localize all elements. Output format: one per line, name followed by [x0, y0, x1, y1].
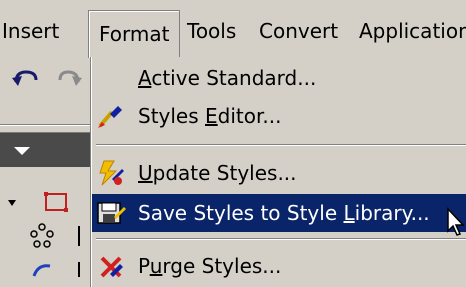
menu-item-save-styles[interactable]: Save Styles to Style Library...: [92, 194, 466, 232]
menu-separator: [96, 238, 466, 240]
menu-item-label: Styles Editor...: [138, 104, 282, 128]
rectangle-tool-icon[interactable]: [6, 190, 86, 216]
menu-item-label: Active Standard...: [138, 66, 317, 90]
toolbar-dropdown[interactable]: [0, 132, 92, 167]
chevron-down-icon: [14, 147, 30, 155]
purge-styles-icon: [100, 256, 123, 278]
left-toolbar: [0, 58, 92, 277]
menu-item-styles-editor[interactable]: Styles Editor...: [92, 97, 466, 135]
toolbar-separator: [0, 124, 92, 126]
menu-item-label: Purge Styles...: [138, 254, 282, 278]
rotate-tool-icon[interactable]: [28, 260, 88, 277]
menu-tools[interactable]: Tools: [187, 12, 236, 50]
menu-format[interactable]: Format: [88, 10, 181, 59]
menu-insert[interactable]: Insert: [2, 12, 59, 50]
mouse-cursor-icon: [447, 207, 465, 236]
format-menu: Active Standard... Styles Editor... Upda…: [91, 57, 466, 287]
polygon-tool-icon[interactable]: [28, 222, 88, 250]
menu-item-label: Update Styles...: [138, 161, 297, 185]
menu-item-label: Save Styles to Style Library...: [138, 201, 430, 225]
menu-item-update-styles[interactable]: Update Styles...: [92, 154, 466, 192]
lightning-paint-icon: [99, 160, 124, 186]
menu-separator: [96, 144, 466, 146]
menu-bar: Insert Format Tools Convert Applications: [0, 0, 466, 59]
undo-icon[interactable]: [10, 68, 40, 90]
redo-icon[interactable]: [58, 68, 84, 90]
paintbrush-icon: [98, 106, 122, 128]
menu-convert[interactable]: Convert: [259, 12, 338, 50]
menu-item-purge-styles[interactable]: Purge Styles...: [92, 247, 466, 285]
menu-item-active-standard[interactable]: Active Standard...: [92, 59, 466, 97]
save-styles-icon: [97, 202, 126, 224]
menu-applications[interactable]: Applications: [359, 12, 466, 50]
